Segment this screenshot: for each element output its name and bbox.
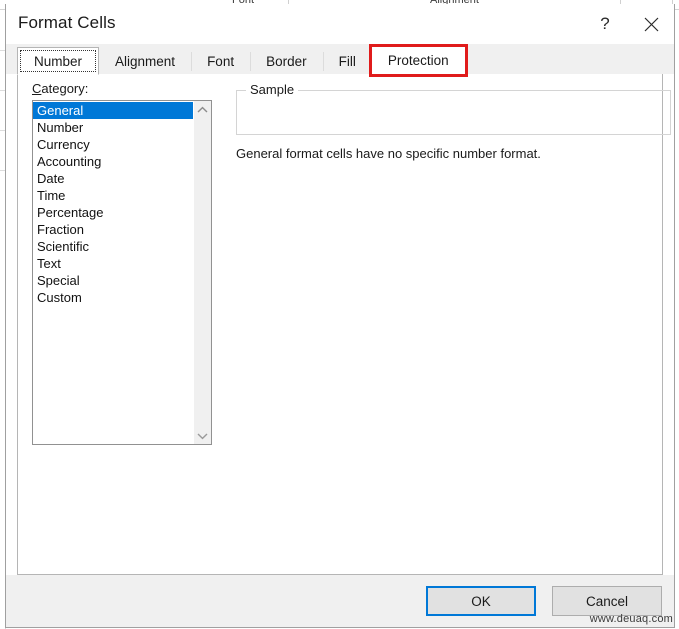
tab-protection[interactable]: Protection <box>368 44 468 77</box>
list-item[interactable]: Time <box>33 187 193 204</box>
category-label: Category: <box>32 81 88 96</box>
format-cells-dialog: Format Cells ? Number Alignment Font Bor… <box>5 4 675 628</box>
tab-fill-label: Fill <box>338 53 356 69</box>
list-item[interactable]: Percentage <box>33 204 193 221</box>
dialog-footer: OK Cancel <box>6 575 674 627</box>
tab-border[interactable]: Border <box>250 48 323 74</box>
dialog-title: Format Cells <box>18 13 116 32</box>
close-icon[interactable] <box>628 4 674 44</box>
tab-alignment[interactable]: Alignment <box>99 48 192 74</box>
category-listbox[interactable]: General Number Currency Accounting Date … <box>32 100 212 445</box>
tab-fill[interactable]: Fill <box>322 48 372 74</box>
list-item[interactable]: Special <box>33 272 193 289</box>
category-label-rest: ategory: <box>41 81 89 96</box>
titlebar-buttons: ? <box>582 4 674 44</box>
chevron-down-icon[interactable] <box>194 427 211 444</box>
dialog-titlebar: Format Cells ? <box>6 4 674 44</box>
screen: Font Alignment Format Cells ? Number Ali… <box>0 0 679 629</box>
help-icon[interactable]: ? <box>582 4 628 44</box>
list-item[interactable]: General <box>33 102 193 119</box>
format-description: General format cells have no specific nu… <box>236 146 541 161</box>
list-item[interactable]: Fraction <box>33 221 193 238</box>
list-item[interactable]: Accounting <box>33 153 193 170</box>
tab-number-label: Number <box>34 53 83 69</box>
cancel-button[interactable]: Cancel <box>552 586 662 616</box>
tab-protection-label: Protection <box>387 53 449 68</box>
category-label-accel: C <box>32 81 42 96</box>
list-item[interactable]: Number <box>33 119 193 136</box>
list-item[interactable]: Currency <box>33 136 193 153</box>
category-list-scrollbar[interactable] <box>193 101 211 444</box>
sample-group-legend: Sample <box>246 82 299 97</box>
tab-border-label: Border <box>266 53 307 69</box>
tab-alignment-label: Alignment <box>115 53 176 69</box>
category-list-items: General Number Currency Accounting Date … <box>33 101 193 444</box>
tab-number[interactable]: Number <box>17 47 100 75</box>
tab-content-panel: Category: General Number Currency Accoun… <box>17 74 671 575</box>
list-item[interactable]: Scientific <box>33 238 193 255</box>
dialog-tabstrip: Number Alignment Font Border Fill Protec… <box>6 44 674 77</box>
list-item[interactable]: Text <box>33 255 193 272</box>
list-item[interactable]: Date <box>33 170 193 187</box>
tab-font-label: Font <box>207 53 235 69</box>
tab-font[interactable]: Font <box>191 48 251 74</box>
chevron-up-icon[interactable] <box>194 101 211 118</box>
list-item[interactable]: Custom <box>33 289 193 306</box>
site-watermark: www.deuaq.com <box>589 613 673 625</box>
ok-button[interactable]: OK <box>426 586 536 616</box>
sample-group-box: Sample <box>236 82 671 135</box>
